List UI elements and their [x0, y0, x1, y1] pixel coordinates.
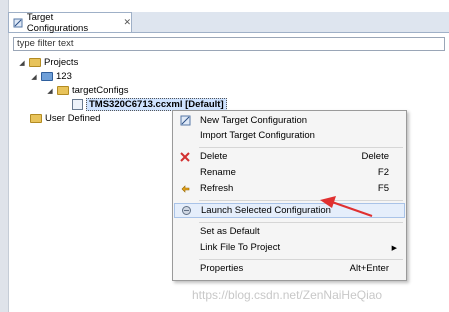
refresh-icon [174, 183, 196, 194]
menu-new-target[interactable]: New Target Configuration [174, 113, 405, 128]
menu-separator [199, 147, 403, 148]
tree-item-user-defined[interactable]: User Defined [30, 112, 100, 125]
expanded-icon[interactable]: ◢ [46, 87, 54, 95]
tree-item-123[interactable]: ◢ 123 [30, 70, 72, 83]
menu-import-target[interactable]: Import Target Configuration [174, 128, 405, 143]
view-tabbar: Target Configurations ✕ [8, 11, 449, 34]
menu-rename[interactable]: Rename F2 [174, 165, 405, 180]
folder-icon [29, 58, 41, 67]
new-target-icon [174, 115, 196, 126]
tree-label-user-defined: User Defined [45, 113, 101, 124]
tree-item-projects[interactable]: ◢ Projects [18, 56, 78, 69]
filter-input[interactable]: type filter text [13, 37, 445, 51]
submenu-arrow-icon: ▶ [391, 244, 397, 252]
tab-target-configurations[interactable]: Target Configurations ✕ [8, 11, 132, 34]
tree-label-targetconfigs: targetConfigs [72, 85, 129, 96]
delete-icon [174, 151, 196, 162]
close-icon[interactable]: ✕ [123, 17, 131, 28]
launch-icon [175, 205, 197, 216]
annotation-arrow-icon [320, 196, 373, 217]
folder-icon [57, 86, 69, 95]
project-icon [41, 72, 53, 81]
tree-item-targetconfigs[interactable]: ◢ targetConfigs [46, 84, 129, 97]
ccxml-file-icon [72, 99, 83, 110]
menu-properties[interactable]: Properties Alt+Enter [174, 261, 405, 276]
watermark: https://blog.csdn.net/ZenNaiHeQiao [192, 288, 383, 302]
tree-label-123: 123 [56, 71, 72, 82]
folder-icon [30, 114, 42, 123]
menu-separator [199, 259, 403, 260]
menu-link-file[interactable]: Link File To Project ▶ [174, 240, 405, 255]
tree-label-projects: Projects [44, 57, 79, 68]
expanded-icon[interactable]: ◢ [30, 73, 38, 81]
menu-set-default[interactable]: Set as Default [174, 224, 405, 239]
expanded-icon[interactable]: ◢ [18, 59, 26, 67]
tab-label: Target Configurations [26, 11, 89, 34]
target-config-icon [13, 18, 23, 27]
menu-separator [199, 222, 403, 223]
menu-delete[interactable]: Delete Delete [174, 149, 405, 164]
